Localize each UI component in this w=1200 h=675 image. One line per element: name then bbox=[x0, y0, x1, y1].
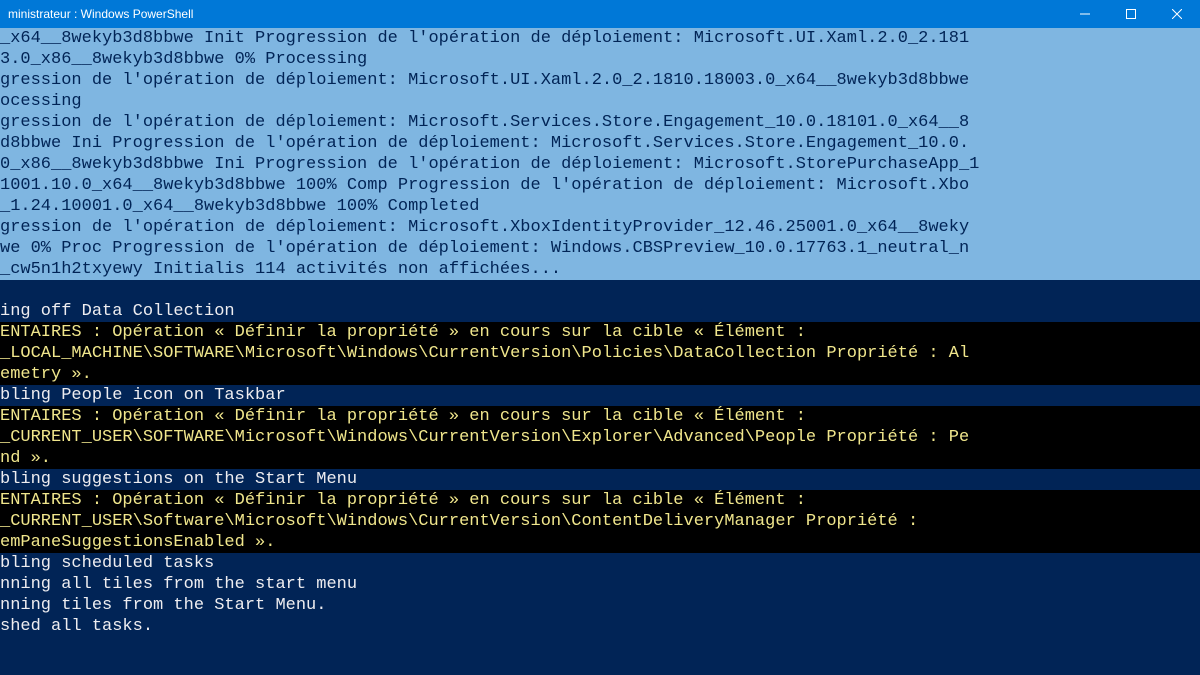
minimize-button[interactable] bbox=[1062, 0, 1108, 28]
terminal-line: bling scheduled tasks bbox=[0, 553, 1200, 574]
terminal-line-verbose: emPaneSuggestionsEnabled ». bbox=[0, 532, 1200, 553]
terminal-blank-line bbox=[0, 280, 1200, 301]
terminal-line-verbose: ENTAIRES : Opération « Définir la propri… bbox=[0, 322, 1200, 343]
window-controls bbox=[1062, 0, 1200, 28]
terminal-line-selected: gression de l'opération de déploiement: … bbox=[0, 112, 1200, 133]
close-icon bbox=[1172, 9, 1182, 19]
terminal-line-verbose: nd ». bbox=[0, 448, 1200, 469]
terminal-line-verbose: emetry ». bbox=[0, 364, 1200, 385]
terminal-line-selected: _1.24.10001.0_x64__8wekyb3d8bbwe 100% Co… bbox=[0, 196, 1200, 217]
terminal-output[interactable]: _x64__8wekyb3d8bbwe Init Progression de … bbox=[0, 28, 1200, 675]
maximize-icon bbox=[1126, 9, 1136, 19]
terminal-line-verbose: ENTAIRES : Opération « Définir la propri… bbox=[0, 406, 1200, 427]
terminal-line-verbose: _CURRENT_USER\Software\Microsoft\Windows… bbox=[0, 511, 1200, 532]
close-button[interactable] bbox=[1154, 0, 1200, 28]
terminal-line: nning tiles from the Start Menu. bbox=[0, 595, 1200, 616]
powershell-window: ministrateur : Windows PowerShell _x64__… bbox=[0, 0, 1200, 675]
terminal-line-selected: _cw5n1h2txyewy Initialis 114 activités n… bbox=[0, 259, 1200, 280]
terminal-line-selected: we 0% Proc Progression de l'opération de… bbox=[0, 238, 1200, 259]
terminal-line: bling suggestions on the Start Menu bbox=[0, 469, 1200, 490]
terminal-line-selected: 3.0_x86__8wekyb3d8bbwe 0% Processing bbox=[0, 49, 1200, 70]
terminal-line-verbose: _LOCAL_MACHINE\SOFTWARE\Microsoft\Window… bbox=[0, 343, 1200, 364]
maximize-button[interactable] bbox=[1108, 0, 1154, 28]
terminal-line-selected: 1001.10.0_x64__8wekyb3d8bbwe 100% Comp P… bbox=[0, 175, 1200, 196]
terminal-line: bling People icon on Taskbar bbox=[0, 385, 1200, 406]
terminal-line-selected: gression de l'opération de déploiement: … bbox=[0, 70, 1200, 91]
terminal-line: ing off Data Collection bbox=[0, 301, 1200, 322]
terminal-line-selected: _x64__8wekyb3d8bbwe Init Progression de … bbox=[0, 28, 1200, 49]
minimize-icon bbox=[1080, 9, 1090, 19]
terminal-line-verbose: ENTAIRES : Opération « Définir la propri… bbox=[0, 490, 1200, 511]
terminal-line-selected: 0_x86__8wekyb3d8bbwe Ini Progression de … bbox=[0, 154, 1200, 175]
titlebar[interactable]: ministrateur : Windows PowerShell bbox=[0, 0, 1200, 28]
terminal-line-selected: ocessing bbox=[0, 91, 1200, 112]
terminal-line: nning all tiles from the start menu bbox=[0, 574, 1200, 595]
terminal-line-selected: d8bbwe Ini Progression de l'opération de… bbox=[0, 133, 1200, 154]
window-title: ministrateur : Windows PowerShell bbox=[8, 7, 1062, 21]
terminal-line: shed all tasks. bbox=[0, 616, 1200, 637]
terminal-line-verbose: _CURRENT_USER\SOFTWARE\Microsoft\Windows… bbox=[0, 427, 1200, 448]
terminal-line-selected: gression de l'opération de déploiement: … bbox=[0, 217, 1200, 238]
